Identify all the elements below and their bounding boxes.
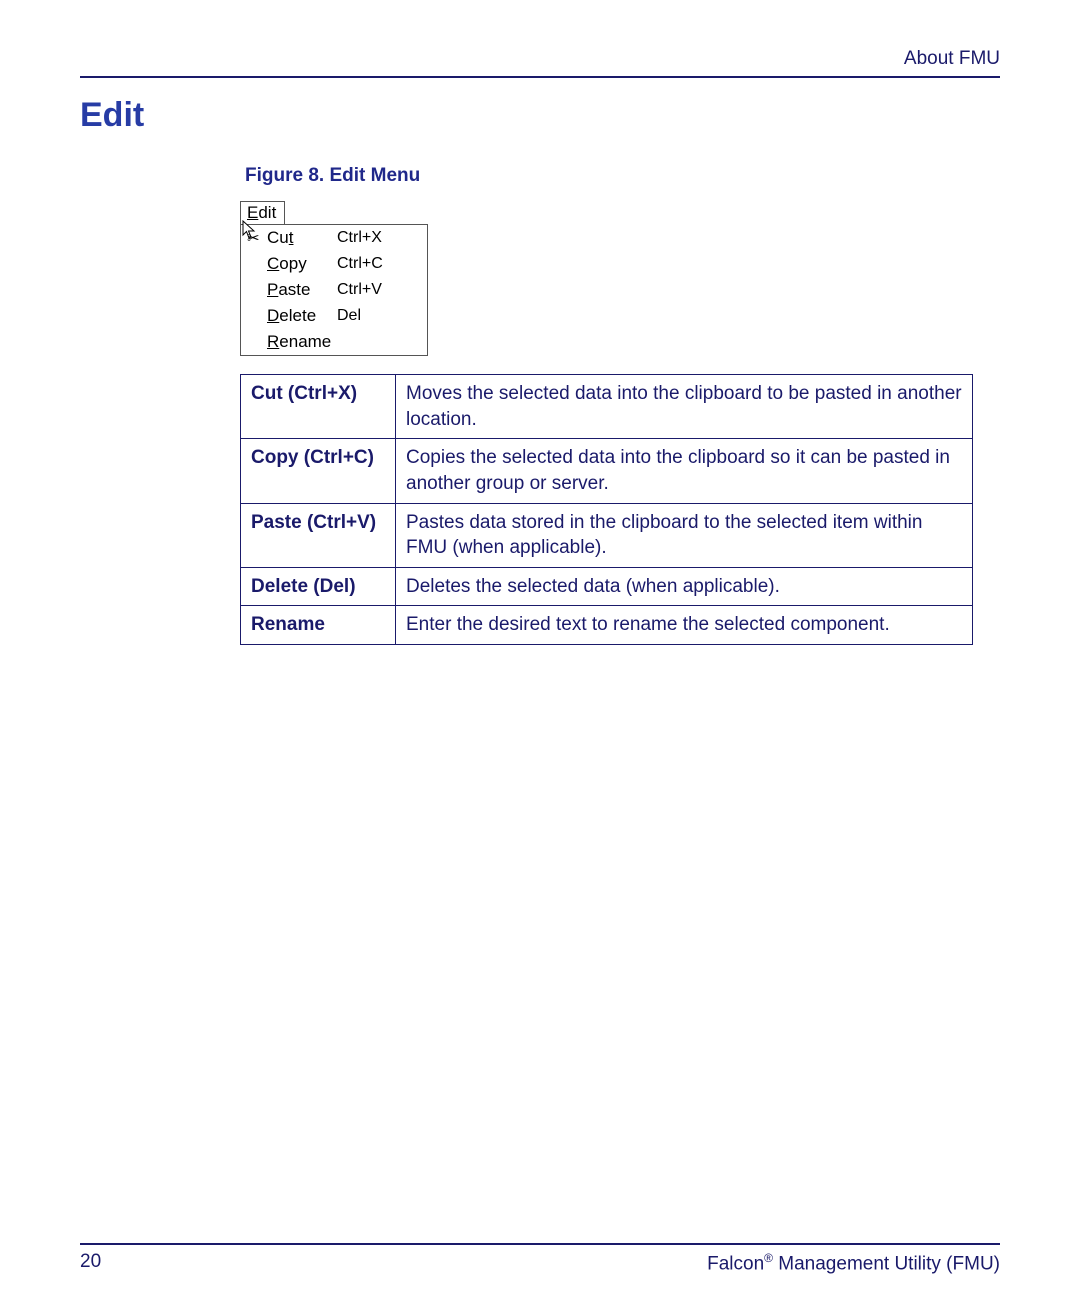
table-row: Rename Enter the desired text to rename …: [241, 606, 973, 645]
menu-item-cut: ✂ Cut Ctrl+X: [241, 225, 427, 251]
term-rename: Rename: [241, 606, 396, 645]
desc-cut: Moves the selected data into the clipboa…: [396, 375, 973, 439]
edit-menu-screenshot: Edit ✂ Cut Ctrl+X Copy Ctrl+C Paste Ctrl…: [240, 201, 430, 356]
page-footer: 20 Falcon® Management Utility (FMU): [80, 1243, 1000, 1275]
menu-item-delete-shortcut: Del: [337, 307, 417, 325]
menu-item-cut-shortcut: Ctrl+X: [337, 229, 417, 247]
menubar-edit-tab: Edit: [240, 201, 285, 224]
table-row: Cut (Ctrl+X) Moves the selected data int…: [241, 375, 973, 439]
menu-item-copy: Copy Ctrl+C: [241, 251, 427, 277]
menu-item-copy-shortcut: Ctrl+C: [337, 255, 417, 273]
menu-item-delete: Delete Del: [241, 303, 427, 329]
menu-item-paste-shortcut: Ctrl+V: [337, 281, 417, 299]
scissors-icon: ✂: [247, 228, 267, 248]
header-rule: [80, 76, 1000, 78]
page-number: 20: [80, 1251, 101, 1275]
menu-item-rename: Rename: [241, 329, 427, 355]
table-row: Copy (Ctrl+C) Copies the selected data i…: [241, 439, 973, 503]
product-name: Falcon® Management Utility (FMU): [707, 1251, 1000, 1275]
edit-dropdown: ✂ Cut Ctrl+X Copy Ctrl+C Paste Ctrl+V De…: [240, 224, 428, 356]
desc-copy: Copies the selected data into the clipbo…: [396, 439, 973, 503]
menubar-edit-rest: dit: [258, 203, 276, 222]
menu-item-rename-label: Rename: [267, 332, 337, 352]
term-delete: Delete (Del): [241, 567, 396, 606]
menu-item-cut-label: Cut: [267, 228, 337, 248]
table-row: Paste (Ctrl+V) Pastes data stored in the…: [241, 503, 973, 567]
figure-caption: Figure 8. Edit Menu: [245, 165, 1000, 187]
term-paste: Paste (Ctrl+V): [241, 503, 396, 567]
footer-rule: [80, 1243, 1000, 1245]
term-copy: Copy (Ctrl+C): [241, 439, 396, 503]
table-row: Delete (Del) Deletes the selected data (…: [241, 567, 973, 606]
menu-item-paste-label: Paste: [267, 280, 337, 300]
header-section-label: About FMU: [80, 48, 1000, 70]
menubar-edit-accel: E: [247, 203, 258, 222]
menu-item-copy-label: Copy: [267, 254, 337, 274]
registered-icon: ®: [764, 1251, 773, 1265]
menu-item-paste: Paste Ctrl+V: [241, 277, 427, 303]
page-title: Edit: [80, 96, 1000, 135]
desc-paste: Pastes data stored in the clipboard to t…: [396, 503, 973, 567]
desc-delete: Deletes the selected data (when applicab…: [396, 567, 973, 606]
desc-rename: Enter the desired text to rename the sel…: [396, 606, 973, 645]
term-cut: Cut (Ctrl+X): [241, 375, 396, 439]
edit-menu-description-table: Cut (Ctrl+X) Moves the selected data int…: [240, 374, 973, 645]
menu-item-delete-label: Delete: [267, 306, 337, 326]
